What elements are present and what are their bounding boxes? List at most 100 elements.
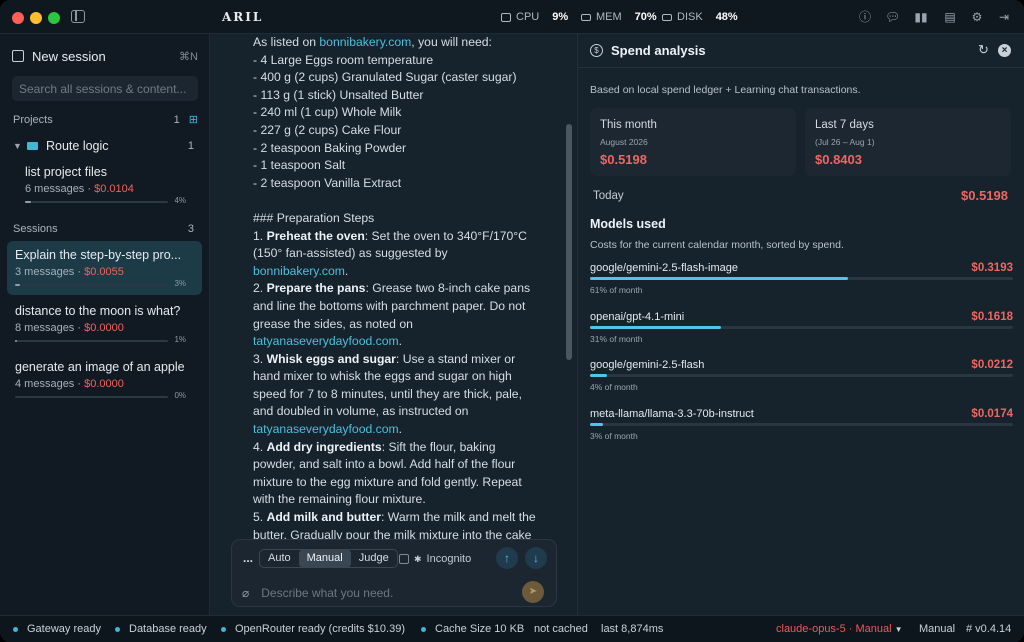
prompt-input[interactable] <box>261 586 512 600</box>
session-item[interactable]: generate an image of an apple 4 messages… <box>7 353 202 407</box>
message-link[interactable]: bonnibakery.com <box>253 264 345 278</box>
new-session-button[interactable]: New session ⌘N <box>12 47 198 65</box>
incognito-checkbox[interactable] <box>399 554 409 564</box>
message-text: : Grease two 8-inch cake pans <box>365 281 531 296</box>
model-share: 61% of month <box>590 285 643 295</box>
message-text: - 2 teaspoon Vanilla Extract <box>253 175 402 190</box>
project-count: 1 <box>187 140 194 152</box>
app-title: ARIL <box>222 10 264 24</box>
info-icon[interactable]: ⓘ <box>858 10 872 24</box>
message-line: - 1 teaspoon Salt <box>253 157 553 175</box>
message-text: - 1 teaspoon Salt <box>253 158 346 173</box>
zoom-window-button[interactable] <box>48 12 60 24</box>
minimize-window-button[interactable] <box>30 12 42 24</box>
model-share-fill <box>590 277 849 280</box>
project-session-item[interactable]: list project files 6 messages · $0.0104 … <box>7 158 202 212</box>
status-dot <box>115 626 120 632</box>
model-cost: $0.3193 <box>971 262 1013 274</box>
session-usage-bar <box>15 284 168 286</box>
model-selector[interactable]: claude-opus-5 · Manual ▼ <box>776 623 903 635</box>
cpu-value: 9% <box>552 11 569 23</box>
message-text: - 2 teaspoon Baking Powder <box>253 140 407 155</box>
message-text: powder, and salt into a bowl. Add half o… <box>253 457 516 472</box>
scroll-up-button[interactable]: ↑ <box>496 547 518 569</box>
message-line: mixture to the egg mixture and fold gent… <box>253 474 553 492</box>
bar-chart-icon[interactable]: ▮▮ <box>914 10 928 24</box>
new-session-label: New session <box>32 48 106 64</box>
sessions-label: Sessions <box>13 223 58 235</box>
message-text: - 4 Large Eggs room temperature <box>253 52 434 67</box>
message-text: . <box>398 422 403 437</box>
mode-judge[interactable]: Judge <box>351 550 397 567</box>
sidebar-toggle-icon[interactable] <box>71 10 85 23</box>
refresh-icon[interactable]: ↻ <box>978 42 989 58</box>
gear-icon[interactable]: ⚙ <box>970 10 984 24</box>
message-text: : Sift the flour, baking <box>381 439 496 454</box>
message-text: 1. <box>253 228 267 243</box>
chevron-down-icon: ▼ <box>894 624 903 634</box>
message-link[interactable]: tatyanaseverydayfood.com <box>253 334 399 348</box>
mode-auto[interactable]: Auto <box>260 550 299 567</box>
message-line: - 4 Large Eggs room temperature <box>253 52 553 70</box>
status-dot <box>421 626 426 632</box>
cache-size-text: Cache Size 10 KB <box>435 623 525 635</box>
message-line: with the remaining flour mixture. <box>253 491 553 509</box>
project-name: Route logic <box>46 139 109 153</box>
card-sublabel: (Jul 26 – Aug 1) <box>815 137 875 147</box>
gateway-status: Gateway ready <box>13 623 101 635</box>
message-text: 3. <box>253 351 267 366</box>
chevron-down-icon[interactable]: ▼ <box>13 141 27 151</box>
message-text: , you will need: <box>411 35 492 49</box>
session-meta: 4 messages · $0.0000 <box>15 378 124 390</box>
message-link[interactable]: tatyanaseverydayfood.com <box>253 422 399 436</box>
spend-panel: $ Spend analysis ↻ × Based on local spen… <box>577 34 1024 615</box>
sessions-header: Sessions 3 <box>13 223 198 235</box>
receipt-icon[interactable]: ▤ <box>943 10 957 24</box>
mode-status[interactable]: Manual <box>919 623 955 635</box>
session-message-count: 6 messages · <box>25 183 95 195</box>
spend-header: $ Spend analysis ↻ × <box>578 34 1024 68</box>
session-meta: 3 messages · $0.0055 <box>15 266 124 278</box>
message-text: and line the bottoms with parchment pape… <box>253 298 526 313</box>
new-folder-icon[interactable]: ⊞ <box>189 113 198 126</box>
spend-basis: Based on local spend ledger + Learning c… <box>590 84 861 96</box>
send-button[interactable]: ➤ <box>522 581 544 603</box>
incognito-toggle[interactable]: ✱ Incognito <box>399 553 471 565</box>
model-share-bar <box>590 423 1013 426</box>
session-item-active[interactable]: Explain the step-by-step pro... 3 messag… <box>7 241 202 295</box>
message-line: hand mixer to whisk the eggs and sugar o… <box>253 368 553 386</box>
chat-bubbles-icon[interactable]: 💬︎ <box>885 10 900 24</box>
model-share: 3% of month <box>590 431 638 441</box>
chat-scrollbar[interactable] <box>566 124 572 360</box>
message-line: and line the bottoms with parchment pape… <box>253 298 553 316</box>
message-text: - 400 g (2 cups) Granulated Sugar (caste… <box>253 70 517 85</box>
status-dot <box>221 626 226 632</box>
openrouter-status-text: OpenRouter ready (credits $10.39) <box>235 623 405 635</box>
close-icon[interactable]: × <box>998 44 1011 57</box>
scroll-down-button[interactable]: ↓ <box>525 547 547 569</box>
step-heading: Add milk and butter <box>266 510 381 525</box>
step-heading: Whisk eggs and sugar <box>266 351 396 366</box>
message-line: - 240 ml (1 cup) Whole Milk <box>253 104 553 122</box>
model-share: 31% of month <box>590 334 643 344</box>
model-row: openai/gpt-4.1-mini $0.1618 31% of month <box>590 311 1013 351</box>
database-status: Database ready <box>115 623 207 635</box>
session-message-count: 3 messages · <box>15 266 85 278</box>
message-link[interactable]: bonnibakery.com <box>319 35 411 49</box>
message-line: - 113 g (1 stick) Unsalted Butter <box>253 87 553 105</box>
model-share: 4% of month <box>590 382 638 392</box>
project-route-logic[interactable]: ▼ Route logic 1 <box>13 138 198 154</box>
mode-manual[interactable]: Manual <box>298 550 351 567</box>
session-usage-fill <box>25 201 31 203</box>
more-options-button[interactable]: ... <box>243 551 253 565</box>
search-input[interactable]: Search all sessions & content... <box>12 76 198 101</box>
session-item[interactable]: distance to the moon is what? 8 messages… <box>7 297 202 351</box>
close-window-button[interactable] <box>12 12 24 24</box>
card-amount: $0.5198 <box>600 152 647 167</box>
paperclip-icon[interactable]: ⌀ <box>242 586 249 600</box>
card-sublabel: August 2026 <box>600 137 648 147</box>
today-label: Today <box>593 190 624 202</box>
message-text: - 113 g (1 stick) Unsalted Butter <box>253 87 424 102</box>
logout-icon[interactable]: ⇥ <box>997 10 1011 24</box>
message-line <box>253 192 553 210</box>
